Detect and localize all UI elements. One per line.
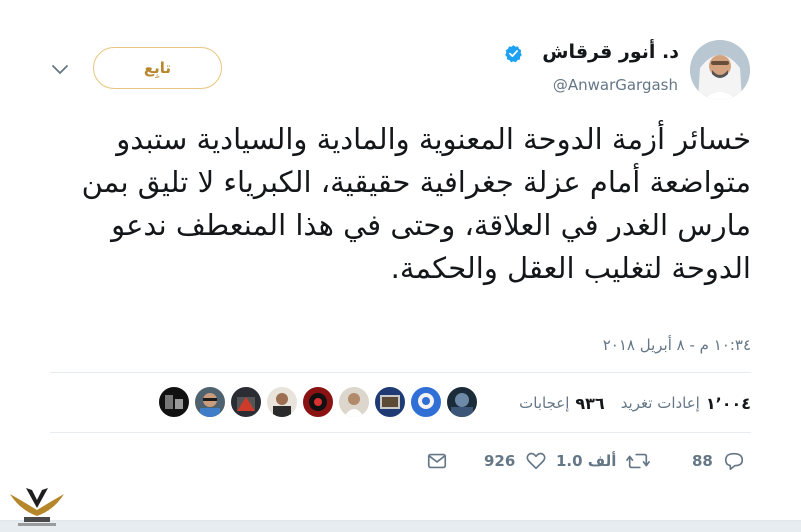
tweet-text: خسائر أزمة الدوحة المعنوية والمادية والس… <box>81 122 751 285</box>
author-name[interactable]: د. أنور قرقاش <box>542 41 679 63</box>
liker-avatars <box>156 386 480 418</box>
tweet-actions: 88 1.0 ألف 926 <box>0 448 801 474</box>
liker-avatar[interactable] <box>158 386 190 418</box>
like-stat[interactable]: ٩٣٦ إعجابات <box>519 394 605 413</box>
liker-avatar[interactable] <box>338 386 370 418</box>
reply-count: 88 <box>692 452 713 470</box>
retweet-icon[interactable] <box>626 450 651 472</box>
tweet-timestamp[interactable]: ١٠:٣٤ م - ٨ أبريل ٢٠١٨ <box>603 336 751 354</box>
reply-icon[interactable] <box>723 450 745 472</box>
like-action[interactable]: 926 <box>484 448 547 474</box>
like-icon[interactable] <box>525 450 547 472</box>
chevron-down-icon[interactable] <box>51 64 69 76</box>
liker-avatar[interactable] <box>194 386 226 418</box>
like-stat-label: إعجابات <box>519 394 570 412</box>
author-handle[interactable]: @AnwarGargash <box>553 76 678 94</box>
reply-action[interactable]: 88 <box>692 448 745 474</box>
retweet-stat[interactable]: ١٬٠٠٤ إعادات تغريد <box>621 394 751 413</box>
liker-avatar[interactable] <box>230 386 262 418</box>
liker-avatar[interactable] <box>410 386 442 418</box>
follow-button[interactable]: تابِع <box>93 47 222 89</box>
retweet-action[interactable]: 1.0 ألف <box>556 448 651 474</box>
author-avatar[interactable] <box>690 40 750 100</box>
like-count: ٩٣٦ <box>575 393 605 413</box>
tweet-card: د. أنور قرقاش @AnwarGargash تابِع خسائر … <box>0 0 801 521</box>
tweet-stats: ١٬٠٠٤ إعادات تغريد ٩٣٦ إعجابات <box>503 392 751 414</box>
divider <box>50 432 751 433</box>
verified-badge-icon <box>505 45 522 63</box>
message-action[interactable] <box>426 448 448 474</box>
like-action-count: 926 <box>484 452 516 470</box>
liker-avatar[interactable] <box>374 386 406 418</box>
liker-avatar[interactable] <box>446 386 478 418</box>
liker-avatar[interactable] <box>302 386 334 418</box>
liker-avatar[interactable] <box>266 386 298 418</box>
message-icon[interactable] <box>426 450 448 472</box>
retweet-stat-label: إعادات تغريد <box>620 394 700 412</box>
divider <box>50 372 751 373</box>
retweet-count: ١٬٠٠٤ <box>705 393 751 413</box>
watermark-logo <box>10 488 64 526</box>
retweet-action-count: 1.0 ألف <box>556 452 617 470</box>
